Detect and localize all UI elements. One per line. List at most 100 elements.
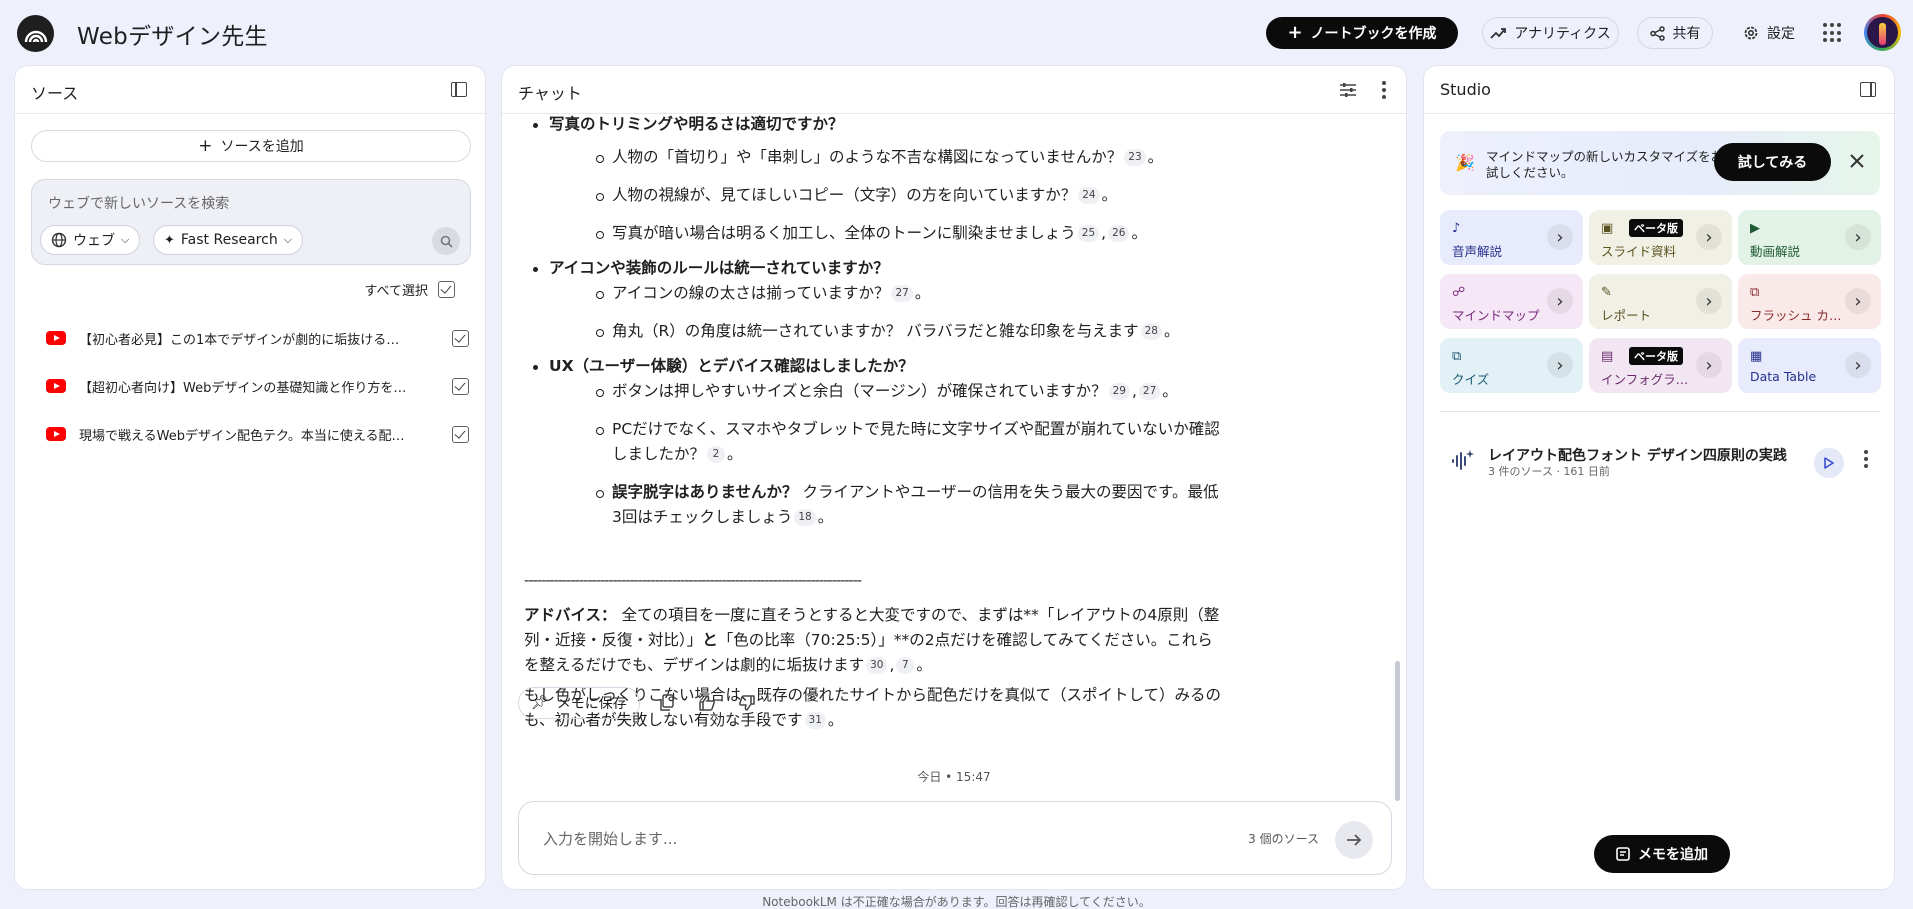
chevron-right-icon[interactable]: › — [1696, 224, 1722, 250]
play-button[interactable] — [1814, 448, 1844, 478]
chevron-right-icon[interactable]: › — [1547, 352, 1573, 378]
quiz-icon: ⧉ — [1452, 349, 1462, 364]
avatar[interactable] — [1864, 14, 1901, 51]
gear-icon — [1744, 26, 1758, 40]
source-item-label: 【超初心者向け】Webデザインの基礎知識と作り方をわかりやすく解説 — [79, 380, 409, 396]
citation-chip[interactable]: 7 — [896, 657, 915, 674]
infographic-tile[interactable]: ▤ ベータ版 インフォグラフィック › — [1589, 338, 1732, 393]
research-mode-dropdown[interactable]: ✦ Fast Research ⌵ — [153, 225, 304, 255]
chevron-down-icon: ⌵ — [283, 233, 293, 246]
source-item[interactable]: 現場で戦えるWebデザイン配色テク。本当に使える配色のルール — [46, 422, 469, 446]
thumbs-down-icon[interactable] — [734, 690, 760, 716]
audio-sparkle-icon — [1452, 450, 1474, 470]
checklist-subitem: 人物の「首切り」や「串刺し」のような不吉な構図になっていませんか？ 23。 — [549, 145, 1224, 170]
add-source-button[interactable]: + ソースを追加 — [31, 130, 471, 162]
video-overview-tile[interactable]: ▶ 動画解説 › — [1738, 210, 1881, 265]
chevron-down-icon: ⌵ — [121, 233, 130, 246]
web-source-dropdown[interactable]: ウェブ ⌵ — [40, 225, 141, 255]
search-input[interactable]: ウェブで新しいソースを検索 — [48, 193, 229, 213]
play-icon — [1824, 457, 1834, 469]
citation-chip[interactable]: 30 — [866, 657, 888, 674]
more-options-icon[interactable] — [1382, 81, 1386, 99]
chevron-right-icon[interactable]: › — [1845, 288, 1871, 314]
research-chip-label: Fast Research — [180, 232, 278, 248]
add-source-label: ソースを追加 — [220, 139, 304, 155]
citation-chip[interactable]: 24 — [1078, 187, 1100, 204]
sources-header: ソース — [15, 66, 485, 114]
collapse-panel-icon[interactable] — [1860, 82, 1876, 97]
plus-icon: + — [1287, 22, 1303, 43]
slides-tile[interactable]: ▣ ベータ版 スライド資料 › — [1589, 210, 1732, 265]
source-checkbox[interactable] — [452, 377, 469, 395]
youtube-icon — [46, 379, 66, 393]
select-all-checkbox[interactable] — [438, 281, 455, 298]
tune-icon[interactable] — [1340, 83, 1356, 97]
share-label: 共有 — [1672, 26, 1701, 42]
try-it-button[interactable]: 試してみる — [1714, 143, 1831, 181]
more-options-icon[interactable] — [1864, 450, 1868, 468]
create-notebook-button[interactable]: + ノートブックを作成 — [1266, 17, 1458, 49]
chat-input-box: 入力を開始します... 3 個のソース — [518, 801, 1392, 875]
settings-button[interactable]: 設定 — [1727, 17, 1811, 49]
close-icon[interactable] — [1848, 152, 1866, 170]
notebooklm-logo-icon[interactable] — [17, 15, 54, 52]
table-icon: ▦ — [1750, 349, 1763, 364]
message-actions: 📌︎ メモに保存 — [518, 687, 760, 719]
citation-chip[interactable]: 2 — [707, 446, 726, 463]
source-checkbox[interactable] — [452, 329, 469, 347]
note-icon — [1616, 847, 1630, 861]
citation-chip[interactable]: 27 — [891, 285, 913, 302]
source-item[interactable]: 【超初心者向け】Webデザインの基礎知識と作り方をわかりやすく解説 — [46, 374, 469, 398]
search-submit-button[interactable] — [432, 227, 460, 255]
chevron-right-icon[interactable]: › — [1696, 288, 1722, 314]
sources-title: ソース — [31, 84, 79, 103]
mind-map-tile[interactable]: ☍ マインドマップ › — [1440, 274, 1583, 329]
citation-chip[interactable]: 27 — [1138, 383, 1161, 400]
pin-icon: 📌︎ — [531, 695, 549, 711]
source-item-label: 現場で戦えるWebデザイン配色テク。本当に使える配色のルール — [79, 428, 409, 444]
analytics-button[interactable]: アナリティクス — [1482, 17, 1619, 49]
collapse-panel-icon[interactable] — [451, 82, 467, 97]
report-tile[interactable]: ✎ レポート › — [1589, 274, 1732, 329]
chevron-right-icon[interactable]: › — [1845, 224, 1871, 250]
send-button[interactable] — [1335, 821, 1373, 859]
chevron-right-icon[interactable]: › — [1547, 288, 1573, 314]
checklist-subitem: PCだけでなく、スマホやタブレットで見た時に文字サイズや配置が崩れていないか確認… — [549, 417, 1224, 467]
save-to-note-button[interactable]: 📌︎ メモに保存 — [518, 687, 640, 719]
note-meta: 3 件のソース · 161 日前 — [1488, 465, 1610, 478]
citation-chip[interactable]: 28 — [1140, 323, 1162, 340]
web-chip-label: ウェブ — [73, 233, 115, 249]
chevron-right-icon[interactable]: › — [1547, 224, 1573, 250]
citation-chip[interactable]: 18 — [794, 509, 816, 526]
select-all-row[interactable]: すべて選択 — [364, 280, 455, 299]
settings-label: 設定 — [1767, 26, 1795, 42]
generated-note-item[interactable]: レイアウト配色フォント デザイン四原則の実践 3 件のソース · 161 日前 — [1440, 437, 1880, 485]
chat-message: 写真のトリミングや明るさは適切ですか？ 人物の「首切り」や「串刺し」のような不吉… — [524, 112, 1224, 530]
citation-chip[interactable]: 23 — [1124, 149, 1146, 166]
chat-scrollbar[interactable] — [1395, 661, 1400, 801]
citation-chip[interactable]: 31 — [804, 712, 826, 729]
source-item[interactable]: 【初心者必見】この1本でデザインが劇的に垢抜けるプロのコツ — [46, 326, 469, 350]
add-note-button[interactable]: メモを追加 — [1594, 835, 1730, 873]
flashcards-tile[interactable]: ⧉ フラッシュ カード › — [1738, 274, 1881, 329]
notebook-title[interactable]: Webデザイン先生 — [77, 17, 268, 51]
flashcards-icon: ⧉ — [1750, 285, 1760, 300]
chevron-right-icon[interactable]: › — [1845, 352, 1871, 378]
youtube-icon — [46, 427, 66, 441]
citation-chip[interactable]: 29 — [1108, 383, 1130, 400]
audio-overview-tile[interactable]: ♪ 音声解説 › — [1440, 210, 1583, 265]
apps-grid-icon[interactable] — [1823, 23, 1843, 43]
chevron-right-icon[interactable]: › — [1696, 352, 1722, 378]
thumbs-up-icon[interactable] — [694, 690, 720, 716]
sources-panel: ソース + ソースを追加 ウェブで新しいソースを検索 ウェブ ⌵ ✦ Fast … — [14, 65, 486, 890]
share-button[interactable]: 共有 — [1637, 17, 1713, 49]
copy-icon[interactable] — [654, 690, 680, 716]
data-table-tile[interactable]: ▦ Data Table › — [1738, 338, 1881, 393]
source-checkbox[interactable] — [452, 425, 469, 443]
top-bar: Webデザイン先生 + ノートブックを作成 アナリティクス 共有 設定 — [0, 0, 1913, 64]
citation-chip[interactable]: 26 — [1108, 225, 1130, 242]
youtube-icon — [46, 331, 66, 345]
citation-chip[interactable]: 25 — [1077, 225, 1100, 242]
chat-input[interactable]: 入力を開始します... — [543, 828, 677, 849]
quiz-tile[interactable]: ⧉ クイズ › — [1440, 338, 1583, 393]
